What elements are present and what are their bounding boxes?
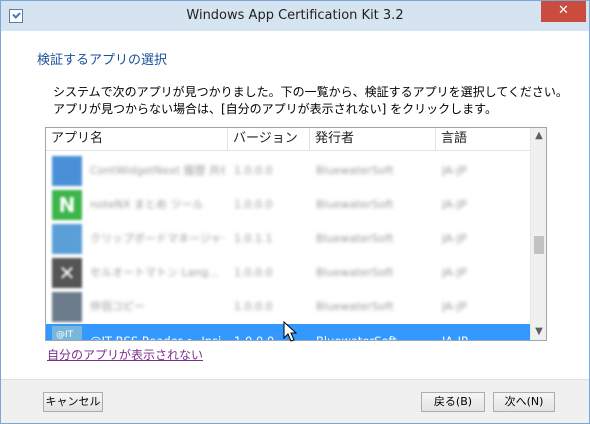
version-cell: 1.0.0.0 bbox=[234, 164, 273, 177]
app-tile-glyph bbox=[52, 292, 82, 322]
scroll-up-icon[interactable]: ▲ bbox=[531, 128, 546, 144]
app-name-cell: ContWidgetNext 履歴 共有機能 bbox=[90, 164, 224, 177]
publisher-cell: BluewaterSoft bbox=[316, 300, 394, 313]
list-item[interactable]: NnoteNX まとめ ツール 1.0.0.0 BluewaterSoft JA-JP bbox=[46, 188, 530, 222]
next-button[interactable]: 次へ(N) bbox=[493, 392, 555, 412]
publisher-cell: BluewaterSoft bbox=[316, 266, 394, 279]
app-tile-icon: N bbox=[52, 190, 82, 220]
list-item[interactable]: 伴侶コピー 1.0.0.0 BluewaterSoft JA-JP bbox=[46, 290, 530, 324]
title-bar[interactable]: Windows App Certification Kit 3.2 ✕ bbox=[1, 1, 589, 31]
app-tile-glyph: N bbox=[58, 193, 76, 217]
scroll-thumb[interactable] bbox=[534, 236, 544, 254]
version-cell: 1.0.0.0 bbox=[234, 266, 273, 279]
app-tile-icon bbox=[52, 292, 82, 322]
list-item[interactable]: ✕ セルオートマトン Lang... 1.0.0.0 BluewaterSoft JA-… bbox=[46, 256, 530, 290]
app-tile-glyph: ✕ bbox=[58, 261, 76, 285]
app-not-listed-link[interactable]: 自分のアプリが表示されない bbox=[47, 346, 203, 363]
list-item[interactable]: クリップボードマネージャー 1.0.1.1 BluewaterSoft JA-JP bbox=[46, 222, 530, 256]
app-tile-icon: @IT RSS bbox=[52, 326, 82, 340]
app-tile-icon bbox=[52, 224, 82, 254]
instructions-text: システムで次のアプリが見つかりました。下の一覧から、検証するアプリを選択してくだ… bbox=[53, 85, 568, 116]
app-tile-glyph bbox=[52, 156, 82, 186]
page-subtitle: 検証するアプリの選択 bbox=[37, 53, 168, 68]
language-cell: JA-JP bbox=[442, 232, 467, 245]
version-cell: 1.0.0.0 bbox=[234, 198, 273, 211]
app-name-cell: @IT RSS Reader 〜 Insi... bbox=[90, 334, 224, 341]
version-cell: 1.0.1.1 bbox=[234, 232, 273, 245]
app-tile-glyph bbox=[52, 224, 82, 254]
back-button[interactable]: 戻る(B) bbox=[421, 392, 485, 412]
column-header-publisher[interactable]: 発行者 bbox=[310, 128, 436, 151]
app-name-cell: セルオートマトン Lang... bbox=[90, 266, 219, 279]
language-cell: JA-JP bbox=[442, 334, 468, 341]
publisher-cell: BluewaterSoft bbox=[316, 198, 394, 211]
dialog-footer: キャンセル 戻る(B) 次へ(N) bbox=[1, 379, 589, 423]
mouse-cursor-icon bbox=[283, 321, 298, 342]
list-scrollbar[interactable]: ▲ ▼ bbox=[530, 128, 546, 340]
app-name-cell: 伴侶コピー bbox=[90, 300, 145, 313]
cancel-button[interactable]: キャンセル bbox=[43, 392, 103, 412]
column-header-language[interactable]: 言語 bbox=[436, 128, 530, 151]
app-tile-icon: ✕ bbox=[52, 258, 82, 288]
list-item[interactable]: ContWidgetNext 履歴 共有機能 1.0.0.0 BluewaterSo… bbox=[46, 154, 530, 188]
app-tile-icon bbox=[52, 156, 82, 186]
app-name-cell: クリップボードマネージャー bbox=[90, 232, 224, 245]
publisher-cell: BluewaterSoft bbox=[316, 164, 394, 177]
publisher-cell: BluewaterSoft bbox=[316, 232, 394, 245]
list-header: アプリ名 バージョン 発行者 言語 bbox=[46, 128, 530, 151]
scroll-down-icon[interactable]: ▼ bbox=[531, 324, 546, 340]
publisher-cell: BluewaterSoft bbox=[316, 334, 397, 341]
app-name-cell: noteNX まとめ ツール bbox=[90, 198, 204, 211]
window-title: Windows App Certification Kit 3.2 bbox=[186, 8, 404, 23]
language-cell: JA-JP bbox=[442, 266, 467, 279]
dialog-window: Windows App Certification Kit 3.2 ✕ 検証する… bbox=[0, 0, 590, 424]
close-button[interactable]: ✕ bbox=[541, 1, 586, 22]
language-cell: JA-JP bbox=[442, 198, 467, 211]
app-list[interactable]: アプリ名 バージョン 発行者 言語 ContWidgetNext 履歴 共有機能… bbox=[45, 127, 547, 341]
version-cell: 1.0.0.0 bbox=[234, 300, 273, 313]
language-cell: JA-JP bbox=[442, 164, 467, 177]
language-cell: JA-JP bbox=[442, 300, 467, 313]
column-header-version[interactable]: バージョン bbox=[228, 128, 310, 151]
column-header-app-name[interactable]: アプリ名 bbox=[46, 128, 228, 151]
